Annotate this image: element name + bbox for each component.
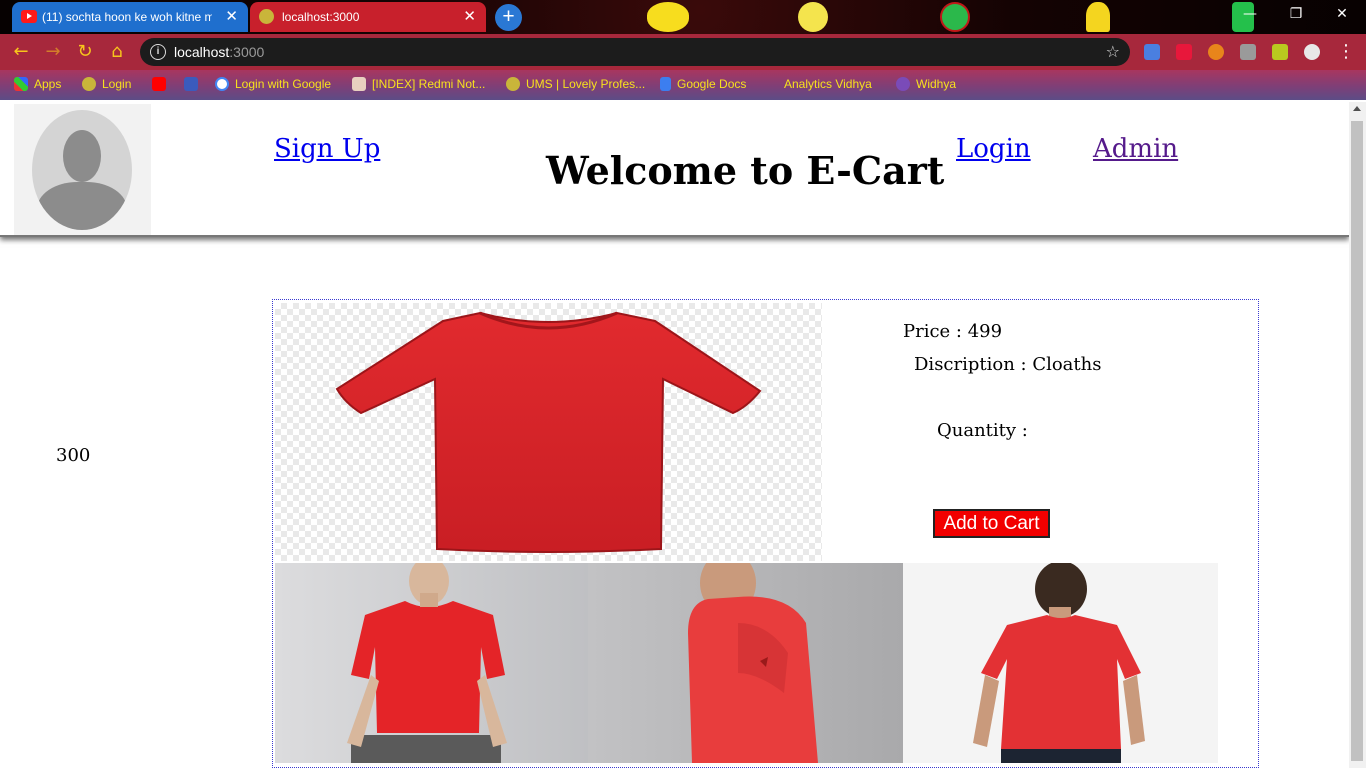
youtube-icon xyxy=(21,10,37,23)
profile-avatar-icon[interactable] xyxy=(1304,44,1320,60)
bookmark-youtube[interactable] xyxy=(152,70,172,98)
tab-title: localhost:3000 xyxy=(282,10,360,24)
home-icon[interactable]: ⌂ xyxy=(105,40,129,64)
bookmark-login-google[interactable]: Login with Google xyxy=(215,70,331,98)
facebook-icon xyxy=(184,77,198,91)
bookmark-google-docs[interactable]: Google Docs xyxy=(660,70,746,98)
product-thumbnail-side[interactable] xyxy=(588,563,903,763)
bookmark-login[interactable]: Login xyxy=(82,70,131,98)
google-icon xyxy=(215,77,229,91)
url-text: localhost:3000 xyxy=(174,44,265,60)
product-thumbnail-back[interactable] xyxy=(903,563,1218,763)
tabs-extension-icon[interactable] xyxy=(1240,44,1256,60)
fox-extension-icon[interactable] xyxy=(1208,44,1224,60)
apps-grid-icon xyxy=(14,77,28,91)
login-link[interactable]: Login xyxy=(956,134,1031,164)
youtube-icon xyxy=(152,77,166,91)
close-window-button[interactable]: ✕ xyxy=(1319,0,1365,30)
site-header: Sign Up Welcome to E-Cart Login Admin xyxy=(0,102,1349,237)
side-value: 300 xyxy=(56,445,91,466)
signup-link[interactable]: Sign Up xyxy=(274,134,380,164)
martian-logo-icon xyxy=(940,2,970,32)
reload-icon[interactable]: ↻ xyxy=(73,40,97,64)
tab-youtube[interactable]: (11) sochta hoon ke woh kitne m ✕ xyxy=(12,2,248,32)
quantity-label: Quantity : xyxy=(937,420,1028,441)
tab-localhost[interactable]: localhost:3000 ✕ xyxy=(250,2,486,32)
bookmarks-bar: Apps Login Login with Google [INDEX] Red… xyxy=(0,70,1366,100)
restore-button[interactable]: ❐ xyxy=(1273,0,1319,30)
page-title: Welcome to E-Cart xyxy=(546,148,945,193)
scrollbar-thumb[interactable] xyxy=(1351,121,1363,761)
price-label: Price : 499 xyxy=(903,321,1003,342)
back-arrow-icon[interactable]: ← xyxy=(9,40,33,64)
user-silhouette-icon xyxy=(32,110,132,230)
close-tab-icon[interactable]: ✕ xyxy=(463,2,476,32)
bookmark-analytics-vidhya[interactable]: Analytics Vidhya xyxy=(772,70,872,98)
toolbar: ← → ↻ ⌂ i localhost:3000 ☆ ⋮ xyxy=(0,34,1366,70)
xda-icon xyxy=(352,77,366,91)
analytics-vidhya-icon xyxy=(772,77,778,91)
vertical-scrollbar[interactable] xyxy=(1349,102,1366,768)
description-label: Discription : Cloaths xyxy=(914,354,1102,375)
login-site-icon xyxy=(82,77,96,91)
site-favicon-icon xyxy=(259,9,274,24)
bookmark-redmi[interactable]: [INDEX] Redmi Not... xyxy=(352,70,485,98)
bookmark-star-icon[interactable]: ☆ xyxy=(1106,38,1120,66)
flash-logo-icon xyxy=(798,2,828,32)
minimize-button[interactable]: — xyxy=(1227,0,1273,30)
add-to-cart-button[interactable]: Add to Cart xyxy=(933,509,1050,538)
bookmark-apps[interactable]: Apps xyxy=(14,70,61,98)
puzzle-extension-icon[interactable] xyxy=(1272,44,1288,60)
translate-extension-icon[interactable] xyxy=(1144,44,1160,60)
batman-logo-icon xyxy=(647,2,689,32)
avatar xyxy=(14,104,151,235)
address-bar[interactable]: i localhost:3000 ☆ xyxy=(140,38,1130,66)
close-tab-icon[interactable]: ✕ xyxy=(225,2,238,32)
tab-title: (11) sochta hoon ke woh kitne m xyxy=(42,10,212,24)
google-docs-icon xyxy=(660,77,671,91)
ums-site-icon xyxy=(506,77,520,91)
product-thumbnail-front[interactable] xyxy=(275,563,588,763)
admin-link[interactable]: Admin xyxy=(1093,134,1178,164)
aquaman-logo-icon xyxy=(1086,2,1110,32)
product-image xyxy=(275,303,822,561)
widhya-icon xyxy=(896,77,910,91)
bookmark-widhya[interactable]: Widhya xyxy=(896,70,956,98)
product-card: Price : 499 Discription : Cloaths Quanti… xyxy=(272,299,1259,768)
tab-strip: (11) sochta hoon ke woh kitne m ✕ localh… xyxy=(0,0,1366,34)
new-tab-button[interactable]: + xyxy=(495,4,522,31)
forward-arrow-icon[interactable]: → xyxy=(41,40,65,64)
menu-icon[interactable]: ⋮ xyxy=(1334,40,1358,64)
scroll-up-arrow-icon[interactable] xyxy=(1353,106,1361,111)
bookmark-ums[interactable]: UMS | Lovely Profes... xyxy=(506,70,645,98)
media-extension-icon[interactable] xyxy=(1176,44,1192,60)
tshirt-image xyxy=(335,311,762,553)
site-info-icon[interactable]: i xyxy=(150,44,166,60)
page-viewport: Sign Up Welcome to E-Cart Login Admin 30… xyxy=(0,102,1349,768)
bookmark-facebook[interactable] xyxy=(184,70,204,98)
